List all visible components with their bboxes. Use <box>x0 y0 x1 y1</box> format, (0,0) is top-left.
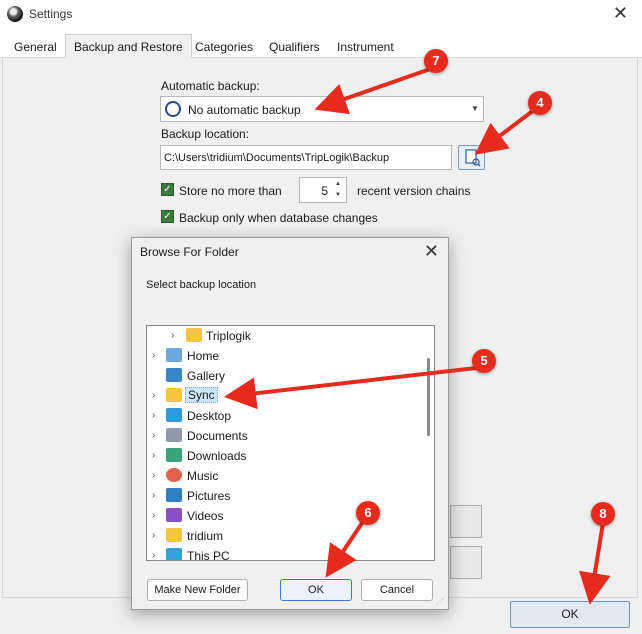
arrow-6 <box>325 518 366 578</box>
callout-6: 6 <box>356 501 380 525</box>
callout-4: 4 <box>528 91 552 115</box>
callout-8: 8 <box>591 502 615 526</box>
arrow-5 <box>224 366 477 410</box>
arrow-7 <box>314 66 434 115</box>
arrow-8 <box>579 522 611 605</box>
arrow-4 <box>474 108 536 155</box>
callout-5: 5 <box>472 349 496 373</box>
callout-7: 7 <box>424 49 448 73</box>
